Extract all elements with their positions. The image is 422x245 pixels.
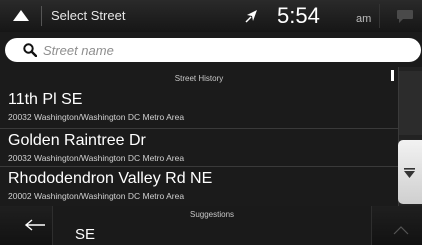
navigation-arrow-icon — [245, 9, 259, 23]
message-icon[interactable] — [396, 8, 414, 24]
list-item[interactable]: Golden Raintree Dr 20032 Washington/Wash… — [0, 129, 398, 167]
suggestion-item[interactable]: SE — [75, 226, 95, 243]
street-area: 20002 Washington/Washington DC Metro Are… — [8, 191, 185, 201]
street-area: 20032 Washington/Washington DC Metro Are… — [8, 153, 185, 163]
back-button[interactable] — [0, 206, 52, 245]
search-bar[interactable] — [5, 38, 421, 62]
scroll-position-indicator — [391, 70, 394, 81]
clock-ampm: am — [356, 13, 372, 25]
street-list: Street History 11th Pl SE 20032 Washingt… — [0, 67, 398, 207]
bottom-bar: Suggestions SE — [0, 206, 422, 245]
back-arrow-icon — [24, 218, 46, 232]
scroll-down-icon — [403, 166, 416, 178]
street-name: Golden Raintree Dr — [8, 132, 146, 149]
suggestions-header: Suggestions — [189, 210, 235, 219]
clock-time: 5:54 — [277, 3, 320, 28]
scroll-down-button[interactable] — [398, 140, 422, 204]
scroll-track-segment[interactable] — [399, 71, 422, 135]
street-name: 11th Pl SE — [8, 91, 83, 108]
street-history-header: Street History — [174, 74, 224, 83]
header-separator — [41, 6, 42, 26]
up-arrow-icon[interactable] — [12, 8, 30, 22]
search-icon — [23, 43, 38, 58]
street-area: 20032 Washington/Washington DC Metro Are… — [8, 112, 185, 122]
expand-suggestions-button[interactable] — [371, 206, 422, 245]
page-title: Select Street — [51, 8, 126, 23]
chevron-up-icon — [393, 222, 409, 235]
list-item[interactable]: Rhododendron Valley Rd NE 20002 Washingt… — [0, 167, 398, 205]
list-item[interactable]: 11th Pl SE 20032 Washington/Washington D… — [0, 88, 398, 126]
search-input[interactable] — [43, 41, 403, 59]
suggestions-panel: Suggestions SE — [52, 206, 372, 245]
street-name: Rhododendron Valley Rd NE — [8, 170, 213, 187]
header-divider — [379, 4, 380, 28]
top-bar: Select Street 5:54 am — [0, 0, 422, 32]
